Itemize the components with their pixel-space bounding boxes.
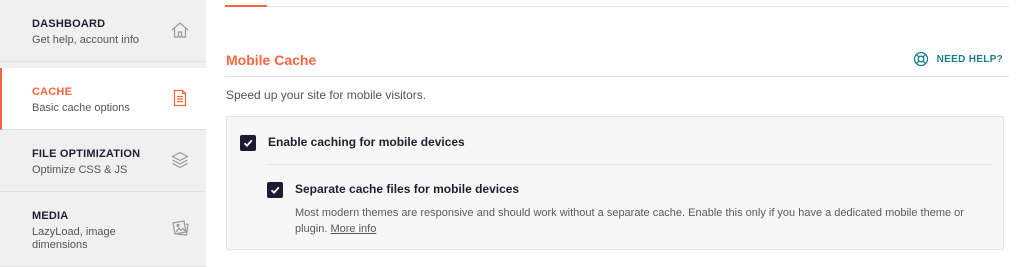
sidebar-item-title: CACHE [32, 86, 73, 98]
separate-cache-files-description: Most modern themes are responsive and sh… [295, 205, 995, 237]
enable-mobile-cache-label[interactable]: Enable caching for mobile devices [268, 135, 465, 149]
checkmark-icon [243, 139, 253, 148]
sidebar-item-cache[interactable]: CACHE Basic cache options [0, 68, 206, 130]
sidebar-item-media[interactable]: MEDIA LazyLoad, image dimensions [0, 192, 206, 267]
sidebar-item-title: MEDIA [32, 210, 69, 222]
option-divider [267, 164, 993, 165]
sidebar-item-subtitle: Basic cache options [32, 102, 130, 114]
sidebar-item-subtitle: LazyLoad, image dimensions [32, 226, 116, 251]
option-help-text: Most modern themes are responsive and sh… [295, 207, 964, 235]
separate-cache-files-checkbox[interactable] [267, 182, 283, 198]
need-help-button[interactable]: NEED HELP? [913, 51, 1003, 67]
images-icon [172, 220, 189, 236]
document-icon [173, 89, 187, 107]
sidebar-item-subtitle: Optimize CSS & JS [32, 164, 128, 176]
enable-mobile-cache-checkbox[interactable] [240, 135, 256, 151]
sidebar-item-title: DASHBOARD [32, 18, 106, 30]
sidebar-item-dashboard[interactable]: DASHBOARD Get help, account info [0, 0, 206, 62]
separate-cache-files-label[interactable]: Separate cache files for mobile devices [295, 182, 519, 196]
main-content: Mobile Cache NEED HELP? Speed up your si… [206, 0, 1024, 267]
section-title: Mobile Cache [226, 52, 317, 68]
checkmark-icon [270, 186, 280, 195]
section-divider [225, 76, 1009, 77]
sidebar-item-file-optimization[interactable]: FILE OPTIMIZATION Optimize CSS & JS [0, 130, 206, 192]
lifebuoy-icon [913, 51, 928, 67]
more-info-link[interactable]: More info [330, 223, 376, 235]
need-help-label: NEED HELP? [936, 53, 1003, 65]
tab-divider [225, 6, 1009, 7]
options-panel: Enable caching for mobile devices Separa… [226, 116, 1004, 250]
sidebar-nav: DASHBOARD Get help, account info CACHE B… [0, 0, 206, 267]
layers-icon [171, 151, 189, 169]
sidebar-item-subtitle: Get help, account info [32, 34, 140, 46]
active-tab-indicator [225, 5, 267, 7]
sidebar-item-title: FILE OPTIMIZATION [32, 148, 141, 160]
section-description: Speed up your site for mobile visitors. [226, 88, 427, 102]
house-icon [171, 22, 189, 38]
